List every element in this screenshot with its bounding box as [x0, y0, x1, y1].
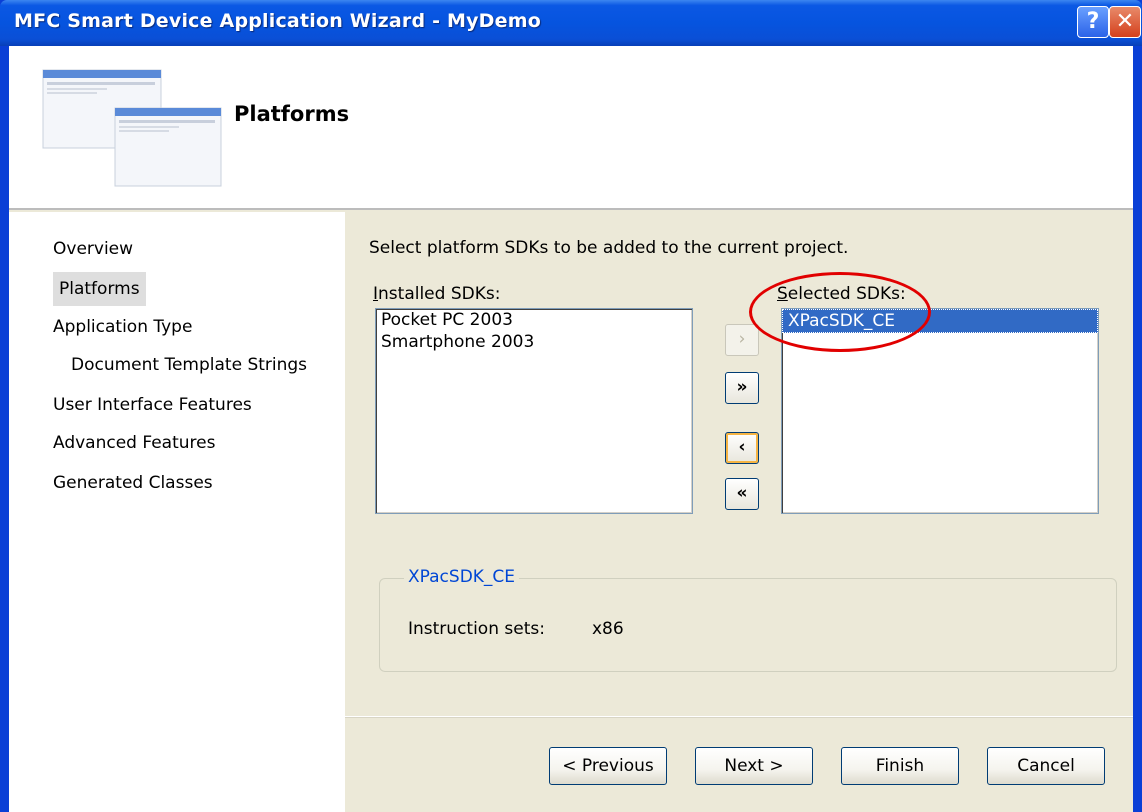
installed-sdks-label: Installed SDKs:: [373, 284, 500, 304]
nav-item-platforms[interactable]: Platforms: [53, 272, 146, 306]
close-button[interactable]: ✕: [1109, 6, 1141, 38]
nav-item-application-type[interactable]: Application Type: [53, 310, 192, 344]
next-button[interactable]: Next >: [695, 747, 813, 785]
cancel-button[interactable]: Cancel: [987, 747, 1105, 785]
wizard-logo-icon: [42, 69, 222, 187]
nav-item-document-template-strings[interactable]: Document Template Strings: [71, 348, 307, 382]
sdk-details-title: XPacSDK_CE: [404, 567, 520, 587]
header-title: Platforms: [234, 102, 350, 126]
nav-item-user-interface-features[interactable]: User Interface Features: [53, 388, 252, 422]
previous-button[interactable]: < Previous: [549, 747, 667, 785]
wizard-nav: Overview Platforms Application Type Docu…: [9, 212, 345, 812]
annotation-highlight-ellipse: [749, 272, 931, 352]
wizard-header: Platforms: [9, 46, 1133, 210]
instruction-text: Select platform SDKs to be added to the …: [369, 238, 849, 258]
nav-item-overview[interactable]: Overview: [53, 232, 133, 266]
list-item[interactable]: Pocket PC 2003: [376, 309, 692, 331]
title-bar[interactable]: MFC Smart Device Application Wizard - My…: [0, 0, 1142, 46]
window-title: MFC Smart Device Application Wizard - My…: [14, 10, 541, 32]
remove-sdk-button[interactable]: ‹: [725, 432, 759, 464]
help-button[interactable]: ?: [1077, 6, 1109, 38]
finish-button[interactable]: Finish: [841, 747, 959, 785]
wizard-window: MFC Smart Device Application Wizard - My…: [0, 0, 1142, 812]
instruction-sets-label: Instruction sets:: [408, 619, 545, 639]
help-icon: ?: [1086, 9, 1100, 34]
close-icon: ✕: [1115, 9, 1135, 34]
installed-sdks-list[interactable]: Pocket PC 2003 Smartphone 2003: [375, 308, 693, 514]
add-all-sdks-button[interactable]: »: [725, 372, 759, 404]
nav-item-generated-classes[interactable]: Generated Classes: [53, 466, 213, 500]
remove-all-sdks-button[interactable]: «: [725, 478, 759, 510]
add-sdk-button[interactable]: ›: [725, 324, 759, 356]
main-pane: Select platform SDKs to be added to the …: [345, 212, 1133, 812]
footer-separator: [345, 716, 1133, 718]
list-item[interactable]: Smartphone 2003: [376, 331, 692, 353]
installed-sdks-label-text: nstalled SDKs:: [378, 284, 501, 304]
instruction-sets-value: x86: [592, 619, 624, 639]
sdk-details-group: XPacSDK_CE Instruction sets: x86: [379, 567, 1117, 672]
nav-item-advanced-features[interactable]: Advanced Features: [53, 426, 215, 460]
